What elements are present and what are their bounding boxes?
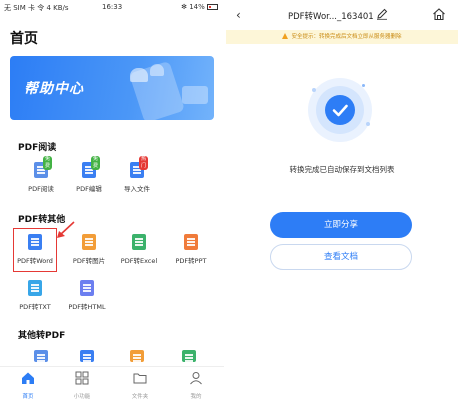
- tool-import-file[interactable]: 热门 导入文件: [112, 156, 162, 193]
- checkmark-icon: [332, 104, 348, 117]
- tab-home[interactable]: 首页: [8, 371, 48, 400]
- folder-icon: [133, 373, 147, 384]
- edit-pencil-icon[interactable]: [376, 8, 388, 20]
- highlight-box: [13, 228, 57, 272]
- section-title-other-to-pdf: 其他转PDF: [18, 331, 66, 341]
- annotation-arrow-icon: [57, 221, 75, 238]
- person-illustration-icon: [130, 68, 148, 82]
- section-title-pdf-read: PDF阅读: [18, 143, 57, 153]
- security-notice: 安全提示：转换完成后文档立即从服务器删除: [226, 30, 458, 44]
- user-icon: [190, 372, 202, 385]
- view-document-button[interactable]: 查看文档: [270, 244, 412, 270]
- tool-to-pdf[interactable]: [16, 350, 66, 367]
- tool-label: PDF转PPT: [175, 257, 207, 265]
- card-illustration-icon: [182, 86, 208, 104]
- notice-text: 安全提示：转换完成后文档立即从服务器删除: [291, 34, 402, 40]
- help-center-banner[interactable]: 帮助中心: [10, 56, 214, 120]
- home-button-icon[interactable]: [432, 7, 446, 21]
- tool-pdf-to-txt[interactable]: PDF转TXT: [10, 280, 60, 311]
- pdf-read-icon: 免费: [34, 156, 53, 178]
- document-title: PDF转Wor..._163401: [288, 12, 374, 22]
- warning-icon: [282, 33, 289, 39]
- tool-pdf-to-html[interactable]: PDF转HTML: [62, 280, 112, 311]
- tool-to-pdf[interactable]: [112, 350, 162, 367]
- image-file-icon: [82, 234, 96, 250]
- txt-file-icon: [28, 280, 42, 296]
- bottom-tab-bar: 首页 小功能 文件夹 我的: [0, 366, 224, 400]
- tool-to-pdf[interactable]: [62, 350, 112, 367]
- tab-profile[interactable]: 我的: [176, 371, 216, 400]
- share-now-button[interactable]: 立即分享: [270, 212, 412, 238]
- tab-label: 文件夹: [131, 394, 149, 400]
- tab-tools[interactable]: 小功能: [62, 371, 102, 400]
- check-circle-icon: [325, 95, 355, 125]
- free-badge: 免费: [43, 156, 53, 170]
- banner-text: 帮助中心: [24, 81, 84, 97]
- tab-label: 小功能: [73, 394, 91, 400]
- back-button[interactable]: ‹: [236, 8, 241, 22]
- excel-file-icon: [132, 234, 146, 250]
- file-icon: [34, 350, 48, 362]
- conversion-result-screen: ‹ PDF转Wor..._163401 安全提示：转换完成后文档立即从服务器删除…: [226, 0, 458, 400]
- battery-status: ✻ 14%: [181, 3, 218, 11]
- import-file-icon: 热门: [130, 156, 149, 178]
- decor-dot: [366, 122, 370, 126]
- person-illustration-icon: [150, 64, 164, 76]
- hot-badge: 热门: [139, 156, 149, 170]
- tool-to-pdf[interactable]: [164, 350, 214, 367]
- tool-label: PDF转图片: [72, 257, 106, 265]
- success-illustration: [308, 78, 372, 142]
- tab-label: 首页: [22, 394, 34, 400]
- pdf-edit-icon: 免费: [82, 156, 101, 178]
- word-file-icon: [80, 350, 94, 362]
- page-title: 首页: [10, 31, 38, 47]
- tool-label: PDF转TXT: [19, 303, 51, 311]
- excel-file-icon: [182, 350, 196, 362]
- tool-pdf-to-ppt[interactable]: PDF转PPT: [166, 234, 216, 265]
- tool-label: PDF阅读: [28, 185, 54, 193]
- home-screen: 无 SIM 卡 令 4 KB/s 16:33 ✻ 14% 首页 帮助中心 PDF…: [0, 0, 224, 400]
- tab-label: 我的: [190, 394, 202, 400]
- tool-label: PDF转HTML: [68, 303, 106, 311]
- html-file-icon: [80, 280, 94, 296]
- tool-pdf-edit[interactable]: 免费 PDF编辑: [64, 156, 114, 193]
- tool-label: PDF转Excel: [120, 257, 158, 265]
- decor-dot: [362, 84, 365, 87]
- home-icon: [22, 372, 34, 384]
- tool-label: PDF编辑: [76, 185, 102, 193]
- ppt-file-icon: [184, 234, 198, 250]
- clock: 16:33: [102, 3, 123, 11]
- battery-icon: [207, 4, 218, 10]
- tool-pdf-read[interactable]: 免费 PDF阅读: [16, 156, 66, 193]
- status-bar: 无 SIM 卡 令 4 KB/s 16:33 ✻ 14%: [0, 0, 224, 14]
- tool-pdf-to-excel[interactable]: PDF转Excel: [114, 234, 164, 265]
- completion-message: 转换完成已自动保存到文档列表: [289, 165, 395, 174]
- decor-dot: [312, 88, 316, 92]
- top-nav-bar: ‹ PDF转Wor..._163401: [226, 0, 458, 30]
- tool-label: 导入文件: [124, 185, 150, 193]
- carrier-text: 无 SIM 卡 令 4 KB/s: [4, 4, 69, 12]
- image-file-icon: [130, 350, 144, 362]
- tab-folder[interactable]: 文件夹: [120, 371, 160, 400]
- free-badge: 免费: [91, 156, 101, 170]
- grid-icon: [75, 371, 89, 385]
- battery-text: ✻ 14%: [181, 3, 205, 11]
